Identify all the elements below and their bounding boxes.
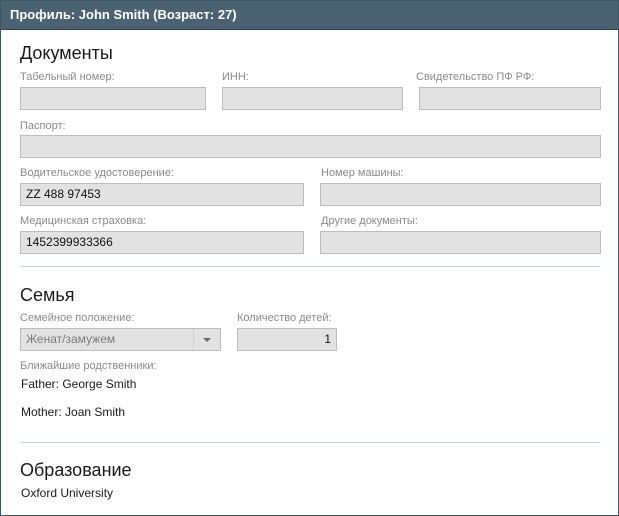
relative-item: Mother: Joan Smith [21,405,126,419]
children-count-label: Количество детей: [237,312,332,324]
car-number-label: Номер машины: [321,167,404,179]
tab-number-label: Табельный номер: [20,71,115,83]
other-docs-label: Другие документы: [321,215,418,227]
dropdown-button[interactable] [193,329,220,350]
tab-number-field[interactable] [20,87,206,110]
documents-heading: Документы [20,43,113,63]
drivers-license-field[interactable]: ZZ 488 97453 [20,183,304,206]
drivers-license-label: Водительское удостоверение: [20,167,174,179]
passport-field[interactable] [20,135,601,158]
relatives-label: Ближайшие родственники: [20,360,157,372]
section-divider [20,266,600,267]
marital-status-select[interactable]: Женат/замужем [20,328,221,351]
other-docs-field[interactable] [320,231,601,254]
inn-label: ИНН: [222,71,249,83]
education-heading: Образование [20,460,132,480]
relative-item: Father: George Smith [21,377,137,391]
passport-label: Паспорт: [20,120,66,132]
children-count-field[interactable]: 1 [237,328,337,351]
profile-content: Документы Табельный номер: ИНН: Свидетел… [1,30,618,515]
medical-insurance-label: Медицинская страховка: [20,215,147,227]
marital-status-value: Женат/замужем [26,332,116,346]
car-number-field[interactable] [320,183,601,206]
family-heading: Семья [20,285,75,305]
inn-field[interactable] [222,87,403,110]
education-value: Oxford University [21,486,114,500]
marital-status-label: Семейное положение: [20,312,135,324]
pension-cert-field[interactable] [419,87,601,110]
pension-cert-label: Свидетельство ПФ РФ: [416,71,535,83]
chevron-down-icon [203,338,211,342]
window-title: Профиль: John Smith (Возраст: 27) [1,1,618,30]
medical-insurance-field[interactable]: 1452399933366 [20,231,304,254]
section-divider [20,442,600,443]
profile-window: Профиль: John Smith (Возраст: 27) Докуме… [0,0,619,516]
